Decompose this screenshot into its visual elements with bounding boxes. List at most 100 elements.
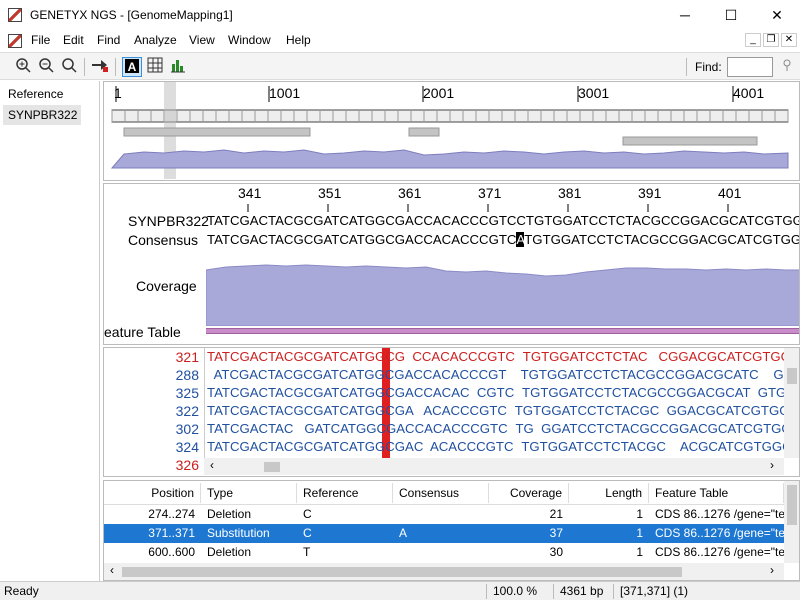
detail-tick-381: 381 (558, 185, 582, 201)
coverage-track (206, 264, 799, 326)
read-sequence[interactable]: ATCGACTACGCGATCATGGCGACCACACCCGT ATGTGGA… (207, 367, 799, 382)
overview-tick-2001: 2001 (423, 85, 455, 101)
reads-hscroll-thumb[interactable] (264, 462, 280, 472)
coverage-track-label: Coverage (136, 278, 197, 294)
variant-table[interactable]: Position Type Reference Consensus Covera… (103, 480, 800, 581)
detail-tick-351: 351 (318, 185, 342, 201)
table-horizontal-scrollbar[interactable]: ‹ › (104, 563, 784, 580)
overview-tick-4001: 4001 (733, 85, 765, 101)
close-button[interactable]: ✕ (754, 0, 800, 30)
column-header-reference[interactable]: Reference (297, 483, 393, 503)
reference-header: Reference (8, 87, 64, 101)
scroll-left-icon[interactable]: ‹ (210, 458, 214, 472)
feature-bar-2[interactable] (408, 127, 440, 137)
feature-bar-3[interactable] (622, 136, 758, 146)
table-hscroll-thumb[interactable] (122, 567, 682, 577)
reads-horizontal-scrollbar[interactable]: ‹ › (204, 458, 784, 475)
sequence-detail-view[interactable]: 341 351 361 371 381 391 401 SYNPBR322 TA… (103, 183, 800, 345)
read-sequence[interactable]: TATCGACTACGCGATCATGGCG CCACACCCGTCATGTGG… (207, 349, 799, 364)
svg-text:A: A (128, 60, 137, 74)
menu-file[interactable]: File (31, 33, 50, 47)
read-number: 325 (175, 385, 199, 401)
mdi-minimize-button[interactable]: _ (745, 33, 761, 47)
status-bar: Ready 100.0 % 4361 bp [371,371] (1) (0, 581, 800, 600)
text-mode-icon[interactable]: A (122, 57, 142, 77)
title-bar: GENETYX NGS - [GenomeMapping1] ─ ☐ ✕ (0, 0, 800, 30)
status-sequence-length: 4361 bp (560, 584, 604, 598)
read-number: 326 (175, 457, 199, 473)
document-icon (8, 34, 22, 48)
read-sequence[interactable]: TATCGACTACGCGATCATGGCGACCACAC CGTCATGTGG… (207, 385, 799, 400)
reads-alignment-view[interactable]: 321 288 325 322 302 324 326 TATCGACTACGC… (103, 347, 800, 477)
overview-tick-1001: 1001 (269, 85, 301, 101)
zoom-fit-icon[interactable] (59, 57, 79, 77)
scroll-right-icon[interactable]: › (770, 458, 774, 472)
scroll-left-icon[interactable]: ‹ (110, 563, 114, 577)
column-header-length[interactable]: Length (569, 483, 649, 503)
column-header-feature-table[interactable]: Feature Table (649, 483, 784, 503)
overview-tick-3001: 3001 (578, 85, 610, 101)
scroll-right-icon[interactable]: › (770, 563, 774, 577)
jump-to-mutation-icon[interactable] (90, 57, 110, 77)
read-number: 324 (175, 439, 199, 455)
table-header: Position Type Reference Consensus Covera… (104, 481, 799, 505)
table-row[interactable]: 600..600 Deletion T 30 1 CDS 86..1276 /g… (104, 543, 784, 562)
detail-ruler (247, 204, 729, 212)
table-vscroll-thumb[interactable] (787, 485, 797, 525)
read-number: 322 (175, 403, 199, 419)
maximize-button[interactable]: ☐ (708, 0, 754, 30)
grid-icon[interactable] (145, 57, 165, 77)
mdi-restore-button[interactable]: ❐ (763, 33, 779, 47)
coverage-chart-icon[interactable] (168, 57, 188, 77)
read-sequence[interactable]: TATCGACTAC GATCATGGCGACCACACCCGTCATG GGA… (207, 421, 799, 436)
menu-view[interactable]: View (189, 33, 215, 47)
reads-vscroll-thumb[interactable] (787, 368, 797, 384)
status-text: Ready (4, 584, 39, 598)
zoom-in-icon[interactable] (13, 57, 33, 77)
read-number: 321 (175, 349, 199, 365)
menu-edit[interactable]: Edit (63, 33, 84, 47)
find-options-icon[interactable] (777, 57, 797, 77)
menu-help[interactable]: Help (286, 33, 311, 47)
column-header-position[interactable]: Position (104, 483, 201, 503)
table-row[interactable]: 274..274 Deletion C 21 1 CDS 86..1276 /g… (104, 505, 784, 524)
feature-bar-1[interactable] (123, 127, 311, 137)
zoom-out-icon[interactable] (36, 57, 56, 77)
minimize-button[interactable]: ─ (662, 0, 708, 30)
app-icon (8, 8, 22, 22)
reference-pane: Reference SYNPBR322 (0, 81, 100, 581)
read-sequence[interactable]: TATCGACTACGCGATCATGGCGA ACACCCGTCATGTGGA… (207, 403, 799, 418)
find-input[interactable] (727, 57, 773, 77)
read-number-column: 321 288 325 322 302 324 326 (104, 348, 199, 476)
consensus-row-label: Consensus (128, 232, 199, 248)
read-number: 302 (175, 421, 199, 437)
detail-tick-361: 361 (398, 185, 422, 201)
status-cursor-position: [371,371] (1) (620, 584, 689, 598)
detail-tick-371: 371 (478, 185, 502, 201)
menu-analyze[interactable]: Analyze (134, 33, 177, 47)
reference-sequence: TATCGACTACGCGATCATGGCGACCACACCCGTCCTGTGG… (207, 213, 799, 228)
feature-table-band[interactable] (206, 328, 799, 334)
feature-table-track-label: eature Table (104, 324, 181, 340)
detail-tick-391: 391 (638, 185, 662, 201)
column-header-coverage[interactable]: Coverage (489, 483, 569, 503)
menu-find[interactable]: Find (97, 33, 120, 47)
reference-item-synpbr322[interactable]: SYNPBR322 (3, 105, 81, 125)
consensus-sequence: TATCGACTACGCGATCATGGCGACCACACCCGTCATGTGG… (207, 232, 799, 247)
table-row-selected[interactable]: 371..371 Substitution C A 37 1 CDS 86..1… (104, 524, 784, 543)
reference-row-label: SYNPBR322 (128, 213, 209, 229)
toolbar: A Find: (0, 52, 800, 80)
column-header-consensus[interactable]: Consensus (393, 483, 489, 503)
find-label: Find: (695, 60, 722, 74)
table-vertical-scrollbar[interactable] (784, 481, 799, 563)
menu-window[interactable]: Window (228, 33, 271, 47)
mdi-close-button[interactable]: ✕ (781, 33, 797, 47)
read-sequence[interactable]: TATCGACTACGCGATCATGGCGAC ACACCCGTCATGTGG… (207, 439, 799, 454)
column-header-type[interactable]: Type (201, 483, 297, 503)
overview-tick-1: 1 (114, 85, 122, 101)
read-number: 288 (175, 367, 199, 383)
menu-bar: File Edit Find Analyze View Window Help (0, 30, 800, 52)
genome-overview[interactable]: 1 1001 2001 3001 4001 (103, 81, 800, 181)
detail-tick-341: 341 (238, 185, 262, 201)
reads-vertical-scrollbar[interactable] (784, 348, 799, 458)
